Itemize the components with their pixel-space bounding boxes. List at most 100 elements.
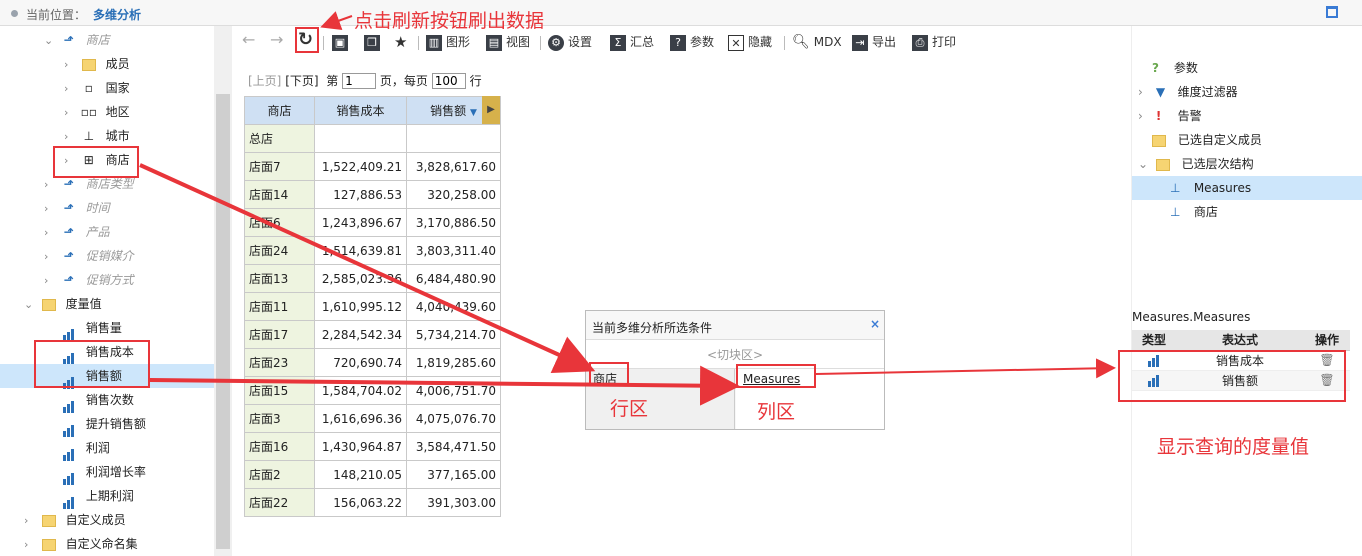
favorite-star-icon[interactable]: ★ — [394, 32, 407, 52]
chevron-right-icon[interactable]: › — [44, 269, 56, 293]
save-as-icon[interactable]: ❐ — [364, 32, 384, 52]
chevron-right-icon[interactable]: › — [44, 197, 56, 221]
export-icon: ⇥ — [852, 34, 868, 51]
slice-zone[interactable]: <切块区> — [586, 339, 884, 369]
row-header-cell[interactable]: 店面14 — [244, 180, 315, 209]
chevron-down-icon[interactable]: ⌄ — [24, 293, 36, 317]
col-header-sales-cost[interactable]: 销售成本 — [314, 96, 407, 125]
tree-item-region[interactable]: › ▫▫ 地区 — [64, 100, 130, 124]
value-cell: 1,616,696.36 — [314, 404, 407, 433]
hide-icon: ✕ — [728, 34, 744, 51]
table-row: 店面15 1,584,704.02 4,006,751.70 — [244, 376, 501, 405]
summary-button[interactable]: Σ 汇总 — [610, 32, 654, 52]
right-hierarchy-measures[interactable]: ⊥ Measures — [1132, 176, 1362, 200]
chevron-right-icon[interactable]: › — [44, 221, 56, 245]
expand-right-icon[interactable]: ▶ — [482, 96, 500, 124]
tree-item-member[interactable]: › 成员 — [64, 52, 130, 76]
maximize-icon[interactable] — [1326, 6, 1338, 18]
params-button[interactable]: ? 参数 — [670, 32, 714, 52]
next-page-link[interactable]: [下页] — [285, 74, 318, 88]
chevron-right-icon[interactable]: › — [24, 533, 36, 556]
row-header-cell[interactable]: 店面3 — [244, 404, 315, 433]
table-row: 店面13 2,585,023.36 6,484,480.90 — [244, 264, 501, 293]
dimension-icon: ⬏ — [63, 273, 74, 287]
table-row: 店面11 1,610,995.12 4,040,439.60 — [244, 292, 501, 321]
close-icon[interactable]: × — [870, 317, 880, 331]
tree-dim-promo-media[interactable]: › ⬏ 促销媒介 — [44, 244, 134, 268]
row-header-cell[interactable]: 店面23 — [244, 348, 315, 377]
tree-measure-profit[interactable]: 利润 — [60, 436, 110, 461]
chart-button[interactable]: ▥ 图形 — [426, 32, 470, 52]
mdx-button[interactable]: 🔍︎ MDX — [792, 32, 842, 52]
chevron-right-icon[interactable]: › — [64, 101, 76, 125]
chevron-right-icon[interactable]: › — [24, 509, 36, 533]
chevron-down-icon[interactable]: ⌄ — [1138, 152, 1152, 176]
dimension-tree: ⌄ ⬏ 商店 › 成员 › ▫ 国家 › ▫▫ 地区 › ⊥ 城市 › ⊞ 商店… — [0, 26, 214, 556]
tree-folder-custom-sets[interactable]: › 自定义命名集 — [24, 532, 138, 556]
tree-dim-time[interactable]: › ⬏ 时间 — [44, 196, 110, 220]
tree-folder-custom-members[interactable]: › 自定义成员 — [24, 508, 126, 532]
tree-dim-shop[interactable]: ⌄ ⬏ 商店 — [44, 28, 110, 52]
right-item-custom-members[interactable]: 已选自定义成员 — [1152, 128, 1262, 152]
row-header-cell[interactable]: 店面11 — [244, 292, 315, 321]
row-header-cell[interactable]: 店面22 — [244, 488, 315, 517]
tree-measure-prev-profit[interactable]: 上期利润 — [60, 484, 134, 509]
row-header-cell[interactable]: 店面13 — [244, 264, 315, 293]
prev-page-link[interactable]: [上页] — [248, 74, 281, 88]
sigma-icon: Σ — [610, 34, 626, 51]
view-button[interactable]: ▤ 视图 — [486, 32, 530, 52]
print-button[interactable]: ⎙ 打印 — [912, 32, 956, 52]
row-header-cell[interactable]: 店面7 — [244, 152, 315, 181]
chevron-right-icon[interactable]: › — [1138, 104, 1152, 128]
export-button[interactable]: ⇥ 导出 — [852, 32, 896, 52]
scrollbar-thumb[interactable] — [216, 94, 230, 549]
col-header-store[interactable]: 商店 — [244, 96, 315, 125]
row-header-cell[interactable]: 总店 — [244, 124, 315, 153]
tree-measure-sales-qty[interactable]: 销售量 — [60, 316, 122, 341]
chevron-right-icon[interactable]: › — [64, 53, 76, 77]
chevron-down-icon[interactable]: ⌄ — [44, 29, 56, 53]
hide-button[interactable]: ✕ 隐藏 — [728, 32, 772, 52]
tree-dim-promo-method[interactable]: › ⬏ 促销方式 — [44, 268, 134, 292]
table-row: 店面14 127,886.53 320,258.00 — [244, 180, 501, 209]
page-suffix: 页，每页 — [379, 74, 428, 88]
right-item-alert[interactable]: › ! 告警 — [1138, 104, 1202, 128]
page-size-input[interactable] — [431, 73, 466, 89]
right-item-hierarchies[interactable]: ⌄ 已选层次结构 — [1138, 152, 1254, 176]
question-icon: ? — [1152, 61, 1159, 75]
tree-item-country[interactable]: › ▫ 国家 — [64, 76, 130, 100]
row-header-cell[interactable]: 店面16 — [244, 432, 315, 461]
right-hierarchy-store[interactable]: ⊥ 商店 — [1170, 200, 1218, 224]
measures-col-action: 操作 — [1304, 330, 1350, 351]
forward-arrow-icon[interactable]: → — [270, 30, 283, 50]
save-icon[interactable]: ▣ — [332, 32, 352, 52]
settings-button[interactable]: ⚙ 设置 — [548, 32, 592, 52]
tree-measure-promo-sales[interactable]: 提升销售额 — [60, 412, 146, 437]
level-icon: ▫▫ — [80, 105, 97, 119]
tree-measure-sales-count[interactable]: 销售次数 — [60, 388, 134, 413]
row-header-cell[interactable]: 店面6 — [244, 208, 315, 237]
tree-item-city[interactable]: › ⊥ 城市 — [64, 124, 130, 148]
left-scrollbar[interactable] — [214, 26, 232, 556]
back-arrow-icon[interactable]: ← — [242, 30, 255, 50]
right-item-dim-filter[interactable]: › ▼ 维度过滤器 — [1138, 80, 1238, 104]
page-number-input[interactable] — [342, 73, 377, 89]
value-cell: 1,819,285.60 — [406, 348, 501, 377]
row-header-cell[interactable]: 店面15 — [244, 376, 315, 405]
chevron-right-icon[interactable]: › — [1138, 80, 1152, 104]
value-cell: 1,522,409.21 — [314, 152, 407, 181]
tree-dim-product[interactable]: › ⬏ 产品 — [44, 220, 110, 244]
row-header-cell[interactable]: 店面24 — [244, 236, 315, 265]
value-cell: 3,803,311.40 — [406, 236, 501, 265]
folder-icon — [40, 532, 58, 556]
chevron-right-icon[interactable]: › — [64, 77, 76, 101]
tree-measure-profit-growth[interactable]: 利润增长率 — [60, 460, 146, 485]
measure-bar-icon — [60, 436, 78, 461]
chevron-right-icon[interactable]: › — [44, 245, 56, 269]
sort-down-icon[interactable]: ▼ — [470, 108, 477, 118]
row-header-cell[interactable]: 店面2 — [244, 460, 315, 489]
tree-folder-measures[interactable]: ⌄ 度量值 — [24, 292, 102, 316]
table-row: 店面24 1,514,639.81 3,803,311.40 — [244, 236, 501, 265]
row-header-cell[interactable]: 店面17 — [244, 320, 315, 349]
right-item-params[interactable]: ? 参数 — [1152, 56, 1198, 80]
